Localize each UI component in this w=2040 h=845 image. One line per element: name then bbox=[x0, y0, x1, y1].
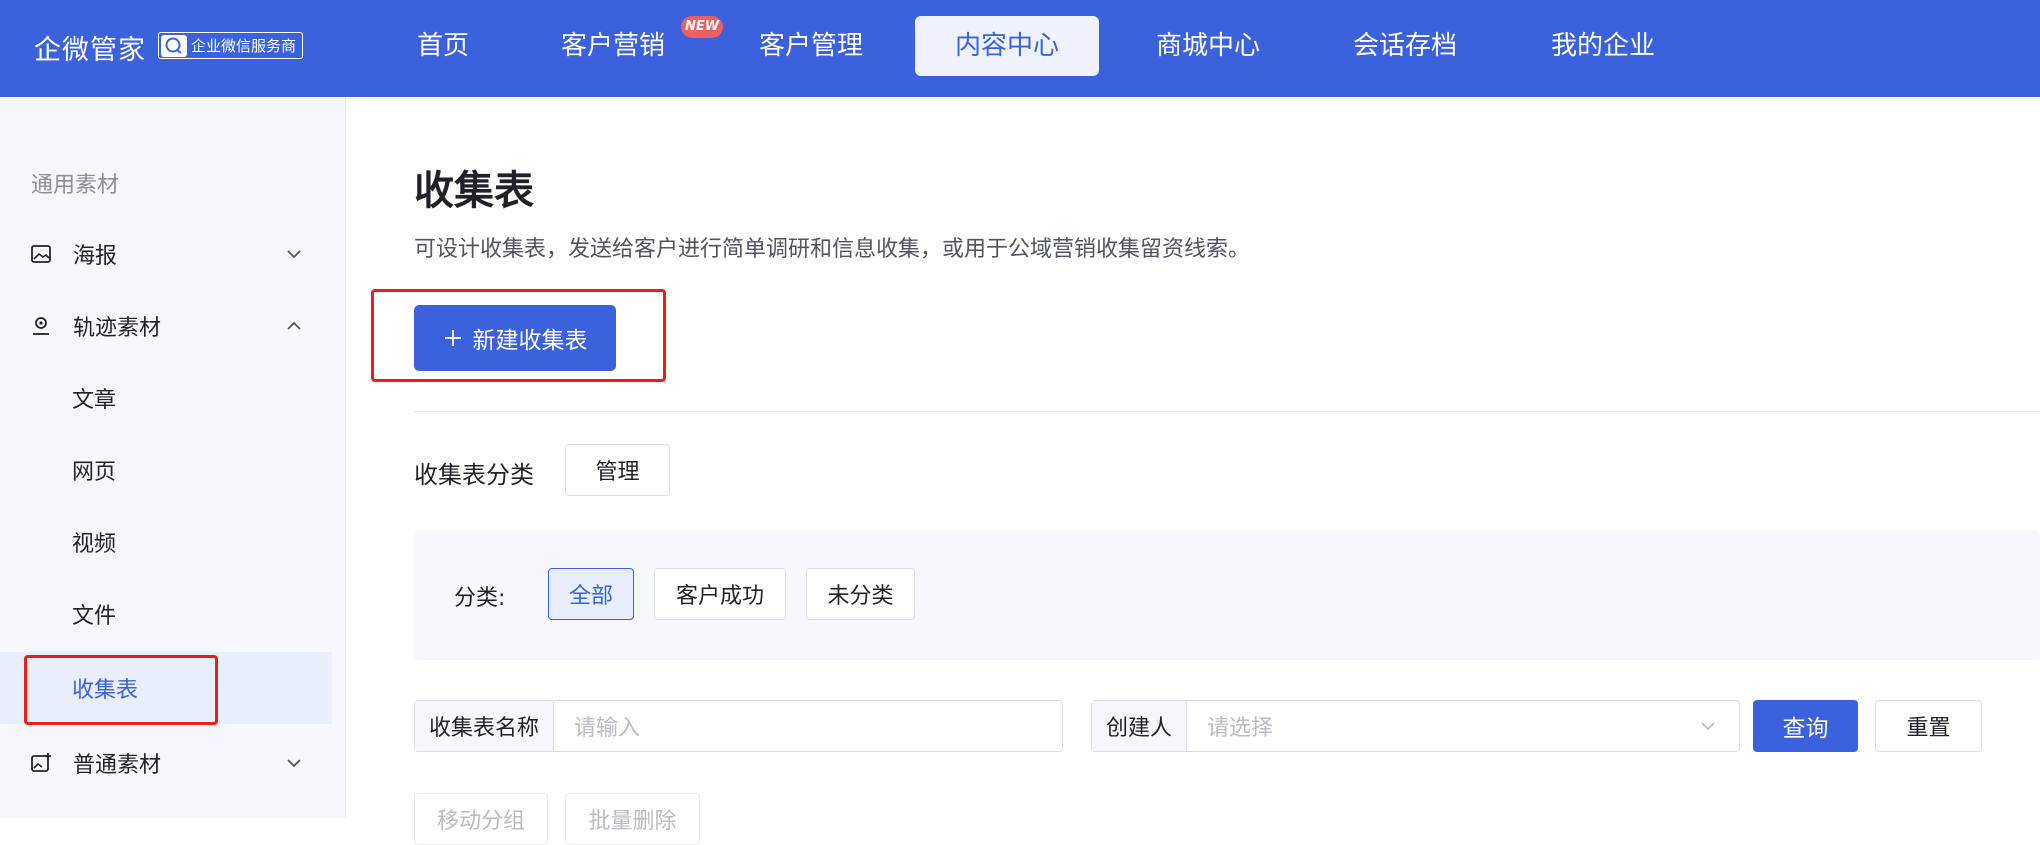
filter-chip-customer-success[interactable]: 客户成功 bbox=[654, 568, 786, 620]
sidebar-subitem-label: 文件 bbox=[72, 604, 117, 629]
nav-item-content-center[interactable]: 内容中心 bbox=[915, 16, 1099, 76]
sidebar-group-title: 通用素材 bbox=[31, 173, 120, 198]
sidebar-subitem-file[interactable]: 文件 bbox=[0, 578, 332, 650]
highlight-box-sidebar bbox=[24, 655, 218, 725]
sidebar-item-label: 海报 bbox=[73, 244, 118, 269]
bulk-delete-button[interactable]: 批量删除 bbox=[565, 793, 700, 845]
sidebar-subitem-label: 视频 bbox=[72, 532, 117, 557]
page-description: 可设计收集表，发送给客户进行简单调研和信息收集，或用于公域营销收集留资线索。 bbox=[414, 237, 1251, 262]
new-badge: NEW bbox=[681, 16, 723, 38]
sidebar-subitem-label: 文章 bbox=[72, 388, 117, 413]
nav-item-home[interactable]: 首页 bbox=[413, 16, 473, 76]
nav-item-my-enterprise[interactable]: 我的企业 bbox=[1547, 16, 1659, 76]
sidebar-subitem-label: 网页 bbox=[72, 460, 117, 485]
sidebar-item-label: 普通素材 bbox=[73, 753, 162, 778]
chevron-down-icon bbox=[287, 250, 301, 259]
highlight-box-new-button bbox=[371, 289, 666, 382]
section-divider bbox=[414, 411, 2040, 412]
category-section-title: 收集表分类 bbox=[414, 461, 534, 489]
sidebar-subitem-webpage[interactable]: 网页 bbox=[0, 434, 332, 506]
sidebar-item-track-material[interactable]: 轨迹素材 bbox=[0, 296, 332, 356]
nav-item-mall-center[interactable]: 商城中心 bbox=[1152, 16, 1264, 76]
sidebar-item-poster[interactable]: 海报 bbox=[0, 224, 332, 284]
creator-select-field: 创建人 请选择 bbox=[1091, 700, 1740, 752]
nav-item-chat-archive[interactable]: 会话存档 bbox=[1349, 16, 1461, 76]
sidebar-subitem-video[interactable]: 视频 bbox=[0, 506, 332, 578]
sidebar-item-label: 轨迹素材 bbox=[73, 316, 162, 341]
chevron-down-icon bbox=[287, 759, 301, 768]
page-title: 收集表 bbox=[414, 168, 534, 214]
nav-item-customer-marketing[interactable]: 客户营销 bbox=[557, 16, 669, 76]
form-name-input[interactable]: 请输入 bbox=[554, 710, 1062, 742]
chevron-up-icon bbox=[287, 321, 301, 330]
move-group-button[interactable]: 移动分组 bbox=[414, 793, 548, 845]
manage-button[interactable]: 管理 bbox=[565, 444, 670, 496]
brand-name: 企微管家 bbox=[34, 35, 146, 66]
brand-badge-text: 企业微信服务商 bbox=[191, 37, 297, 55]
form-name-label: 收集表名称 bbox=[415, 701, 555, 751]
sidebar-subitem-article[interactable]: 文章 bbox=[0, 362, 332, 434]
location-pin-icon bbox=[33, 317, 49, 335]
brand-badge: 企业微信服务商 bbox=[158, 32, 304, 59]
top-navigation-bar: 企微管家 企业微信服务商 首页 客户营销 NEW 客户管理 内容中心 商城中心 … bbox=[0, 0, 2040, 97]
creator-select[interactable]: 请选择 bbox=[1187, 710, 1699, 742]
chevron-down-icon[interactable] bbox=[1699, 717, 1717, 735]
filter-label: 分类: bbox=[454, 586, 506, 611]
query-button[interactable]: 查询 bbox=[1753, 700, 1858, 752]
creator-label: 创建人 bbox=[1092, 701, 1188, 751]
image-icon bbox=[31, 245, 51, 263]
chat-bubble-icon bbox=[161, 34, 187, 57]
form-name-search-field: 收集表名称 请输入 bbox=[414, 700, 1063, 752]
nav-item-customer-management[interactable]: 客户管理 bbox=[755, 16, 867, 76]
filter-chip-uncategorized[interactable]: 未分类 bbox=[806, 568, 915, 620]
reset-button[interactable]: 重置 bbox=[1875, 700, 1982, 752]
filter-chip-all[interactable]: 全部 bbox=[548, 568, 634, 620]
image-plus-icon bbox=[31, 753, 51, 772]
sidebar-item-normal-material[interactable]: 普通素材 bbox=[0, 733, 332, 793]
